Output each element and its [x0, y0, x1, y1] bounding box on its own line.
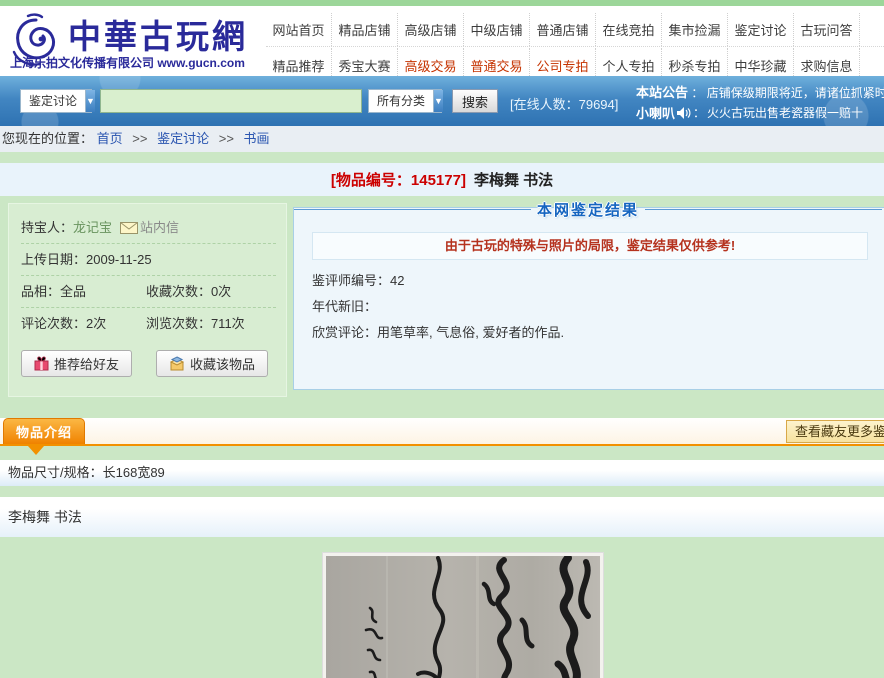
- appraiser-value: 42: [390, 273, 404, 288]
- speaker-icon: [677, 107, 691, 119]
- tab-item-intro[interactable]: 物品介绍: [3, 418, 85, 444]
- item-code: [物品编号：145177]: [331, 169, 466, 190]
- site-logo[interactable]: 中華古玩網 上海乐拍文化传播有限公司 www.gucn.com: [6, 10, 264, 72]
- collect-button[interactable]: 收藏该物品: [156, 350, 268, 377]
- specs-label: 物品尺寸/规格：: [8, 465, 103, 480]
- appraisal-warning: 由于古玩的特殊与照片的局限，鉴定结果仅供参考!: [312, 232, 868, 260]
- online-count: [在线人数：79694]: [510, 94, 618, 113]
- category-select-value: 所有分类: [369, 90, 433, 112]
- horn-colon: ：: [693, 104, 705, 121]
- intro-tabbar: 物品介绍: [0, 418, 884, 446]
- specs-value: 长168宽89: [103, 465, 165, 480]
- site-header: 中華古玩網 上海乐拍文化传播有限公司 www.gucn.com 网站首页 精品店…: [0, 6, 884, 76]
- upload-value: 2009-11-25: [86, 252, 152, 267]
- gift-icon: [34, 356, 49, 371]
- nav-senior-shops[interactable]: 高级店铺: [398, 13, 464, 46]
- breadcrumb-prefix: 您现在的位置：: [2, 131, 93, 146]
- nav-appraisal-forum[interactable]: 鉴定讨论: [728, 13, 794, 46]
- divider: [294, 209, 531, 210]
- nav-online-auction[interactable]: 在线竞拍: [596, 13, 662, 46]
- appraiser-label: 鉴评师编号：: [312, 273, 390, 288]
- breadcrumb-separator: >>: [132, 131, 147, 146]
- nav-premium-shops[interactable]: 精品店铺: [332, 13, 398, 46]
- breadcrumb-forum[interactable]: 鉴定讨论: [157, 131, 209, 146]
- appraisal-header-row: 本网鉴定结果: [294, 199, 882, 220]
- search-input[interactable]: [100, 89, 362, 113]
- item-info-panel: 持宝人：龙记宝站内信 上传日期：2009-11-25 品相：全品收藏次数：0次 …: [8, 203, 287, 397]
- site-mail-link[interactable]: 站内信: [140, 220, 179, 235]
- channel-select-value: 鉴定讨论: [21, 90, 85, 112]
- recommend-button[interactable]: 推荐给好友: [21, 350, 132, 377]
- horn-text[interactable]: 火火古玩出售老瓷器假一赔十: [707, 104, 863, 121]
- divider: [645, 209, 882, 210]
- nav-mid-shops[interactable]: 中级店铺: [464, 13, 530, 46]
- condition-value: 全品: [60, 284, 86, 299]
- era-label: 年代新旧：: [312, 299, 377, 314]
- nav-row-1: 网站首页 精品店铺 高级店铺 中级店铺 普通店铺 在线竞拍 集市捡漏 鉴定讨论 …: [266, 13, 884, 47]
- favorites-label: 收藏次数：: [146, 284, 211, 299]
- box-icon: [169, 356, 185, 371]
- description-band: 李梅舞 书法: [0, 497, 884, 537]
- comments-value: 2次: [86, 316, 106, 331]
- chevron-down-icon: ▼: [85, 90, 95, 112]
- recommend-button-label: 推荐给好友: [54, 354, 119, 373]
- search-button[interactable]: 搜索: [452, 89, 498, 113]
- nav-buyer[interactable]: 买: [860, 13, 884, 46]
- appraiser-row: 鉴评师编号：42: [312, 270, 880, 289]
- owner-link[interactable]: 龙记宝: [73, 220, 112, 235]
- category-select[interactable]: 所有分类 ▼: [368, 89, 442, 113]
- favorites-value: 0次: [211, 284, 231, 299]
- main-nav: 网站首页 精品店铺 高级店铺 中级店铺 普通店铺 在线竞拍 集市捡漏 鉴定讨论 …: [266, 12, 884, 82]
- notice-text[interactable]: 店铺保级期限将近，请诸位抓紧时: [707, 86, 884, 100]
- specs-band: 物品尺寸/规格：长168宽89: [0, 460, 884, 486]
- calligraphy-image: [326, 556, 600, 678]
- owner-label: 持宝人：: [21, 220, 73, 235]
- owner-row: 持宝人：龙记宝 站内信: [21, 212, 276, 244]
- comments-label: 评论次数：: [21, 316, 86, 331]
- breadcrumb-home[interactable]: 首页: [97, 131, 123, 146]
- condition-label: 品相：: [21, 284, 60, 299]
- appraisal-title: 本网鉴定结果: [531, 199, 645, 220]
- upload-row: 上传日期：2009-11-25: [21, 244, 276, 276]
- site-title: 中華古玩網: [68, 10, 248, 58]
- description-text: 李梅舞 书法: [8, 509, 82, 525]
- site-notice: 本站公告 ： 店铺保级期限将近，请诸位抓紧时: [636, 82, 884, 101]
- condition-row: 品相：全品 收藏次数：0次: [21, 276, 276, 308]
- nav-normal-shops[interactable]: 普通店铺: [530, 13, 596, 46]
- channel-select[interactable]: 鉴定讨论 ▼: [20, 89, 92, 113]
- envelope-icon[interactable]: [120, 222, 138, 234]
- search-band: 鉴定讨论 ▼ 所有分类 ▼ 搜索 [在线人数：79694] 本站公告 ： 店铺保…: [0, 76, 884, 126]
- counts-row: 评论次数：2次 浏览次数：711次: [21, 308, 276, 340]
- nav-antique-qa[interactable]: 古玩问答: [794, 13, 860, 46]
- notice-colon: ：: [691, 86, 703, 100]
- breadcrumb: 您现在的位置： 首页 >> 鉴定讨论 >> 书画: [0, 126, 884, 152]
- chevron-down-icon: ▼: [433, 90, 443, 112]
- view-more-appraisals-button[interactable]: 查看藏友更多鉴定: [786, 420, 884, 443]
- review-label: 欣赏评论：: [312, 325, 377, 340]
- breadcrumb-category[interactable]: 书画: [244, 131, 270, 146]
- views-value: 711次: [211, 316, 245, 331]
- views-label: 浏览次数：: [146, 316, 211, 331]
- era-row: 年代新旧：: [312, 296, 880, 315]
- review-value: 用笔草率, 气息俗, 爱好者的作品.: [377, 325, 564, 340]
- upload-label: 上传日期：: [21, 252, 86, 267]
- horn-label: 小喇叭: [636, 103, 675, 122]
- item-name: 李梅舞 书法: [474, 169, 553, 190]
- item-title-band: [物品编号：145177] 李梅舞 书法: [0, 163, 884, 196]
- breadcrumb-separator: >>: [219, 131, 234, 146]
- nav-market-bargain[interactable]: 集市捡漏: [662, 13, 728, 46]
- nav-home[interactable]: 网站首页: [266, 13, 332, 46]
- info-buttons-row: 推荐给好友 收藏该物品: [21, 350, 268, 377]
- tab-pointer: [28, 446, 44, 455]
- review-row: 欣赏评论：用笔草率, 气息俗, 爱好者的作品.: [312, 322, 880, 341]
- notice-label: 本站公告: [636, 85, 688, 100]
- appraisal-panel: 本网鉴定结果 由于古玩的特殊与照片的局限，鉴定结果仅供参考! 鉴评师编号：42 …: [293, 207, 884, 390]
- site-subtitle: 上海乐拍文化传播有限公司 www.gucn.com: [10, 54, 245, 71]
- item-photo: [322, 552, 604, 678]
- collect-button-label: 收藏该物品: [190, 354, 255, 373]
- horn-notice: 小喇叭 ： 火火古玩出售老瓷器假一赔十: [636, 103, 863, 122]
